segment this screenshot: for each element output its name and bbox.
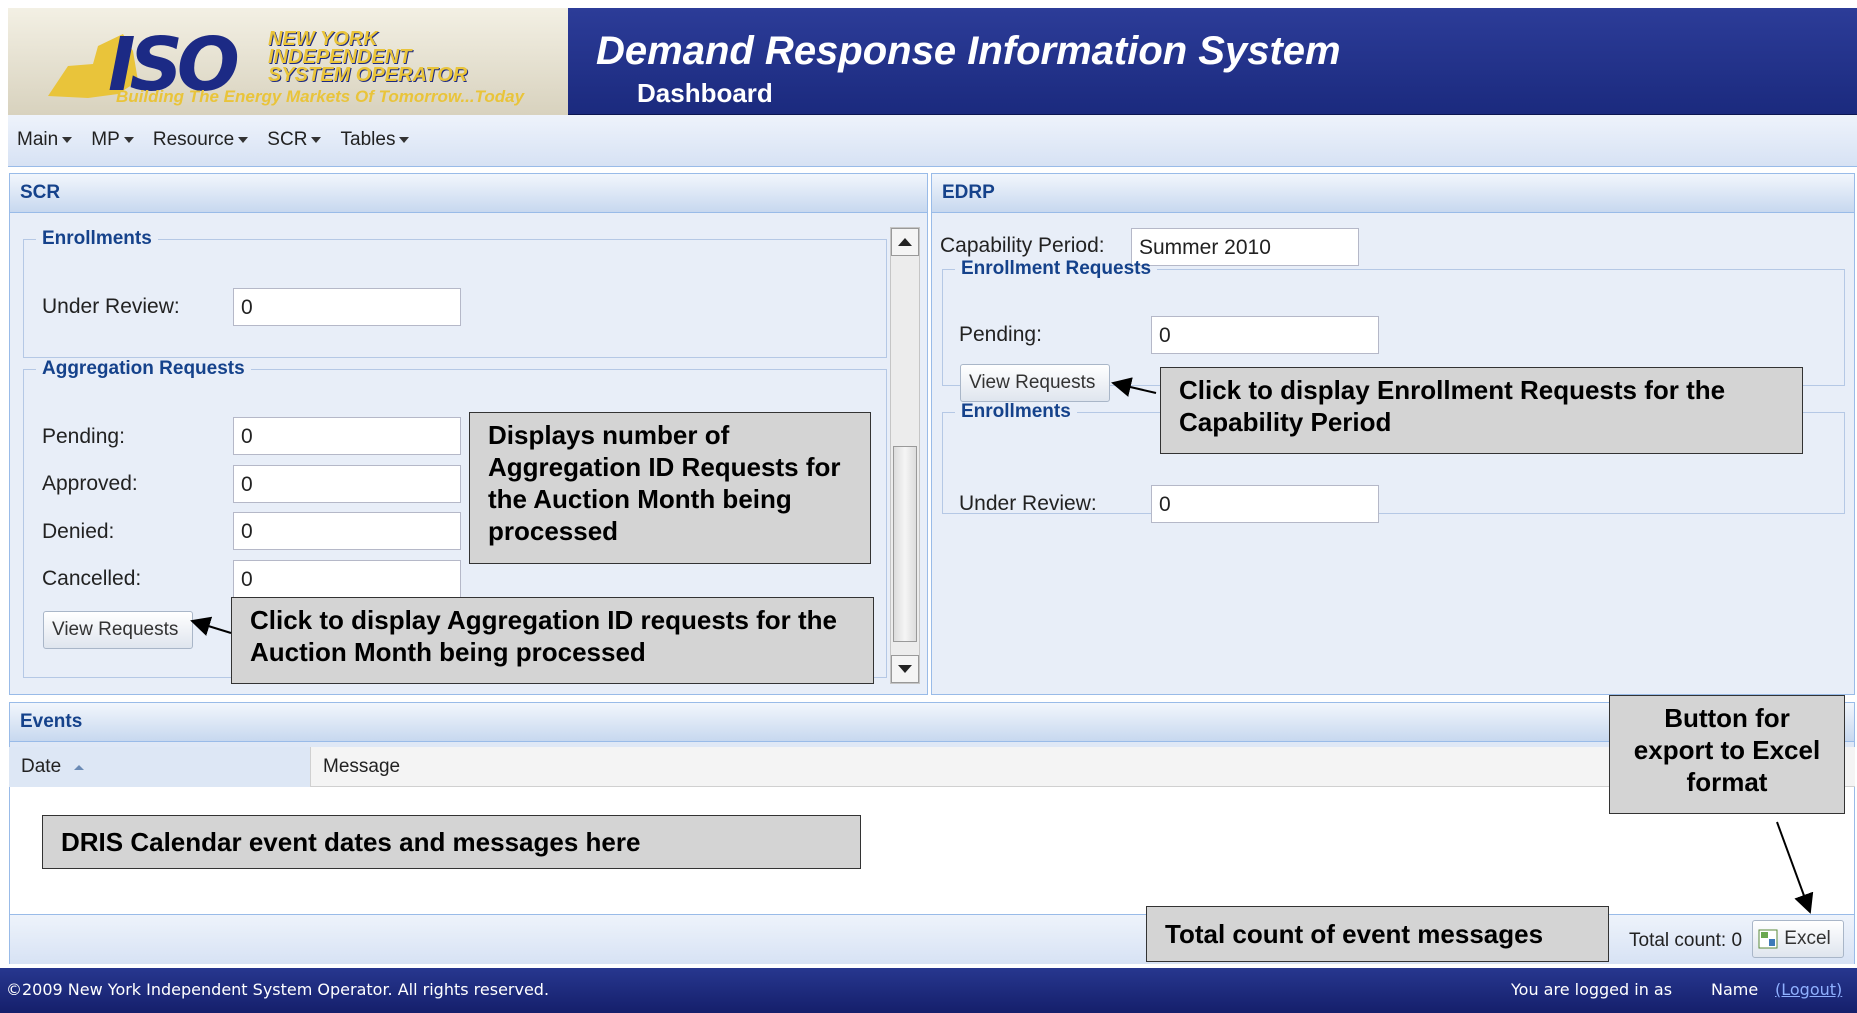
logout-link[interactable]: (Logout): [1775, 980, 1842, 999]
footer-copyright: ©2009 New York Independent System Operat…: [6, 980, 550, 999]
footer-logged-in-label: You are logged in as: [1511, 980, 1673, 999]
callout-arrows: [190, 377, 1814, 914]
footer-user-name: Name: [1711, 980, 1759, 999]
arrow-aggregation-view: [190, 616, 232, 636]
app-footer: ©2009 New York Independent System Operat…: [0, 968, 1857, 1013]
arrow-edrp-view: [1111, 377, 1157, 397]
arrow-excel-export: [1776, 821, 1814, 914]
